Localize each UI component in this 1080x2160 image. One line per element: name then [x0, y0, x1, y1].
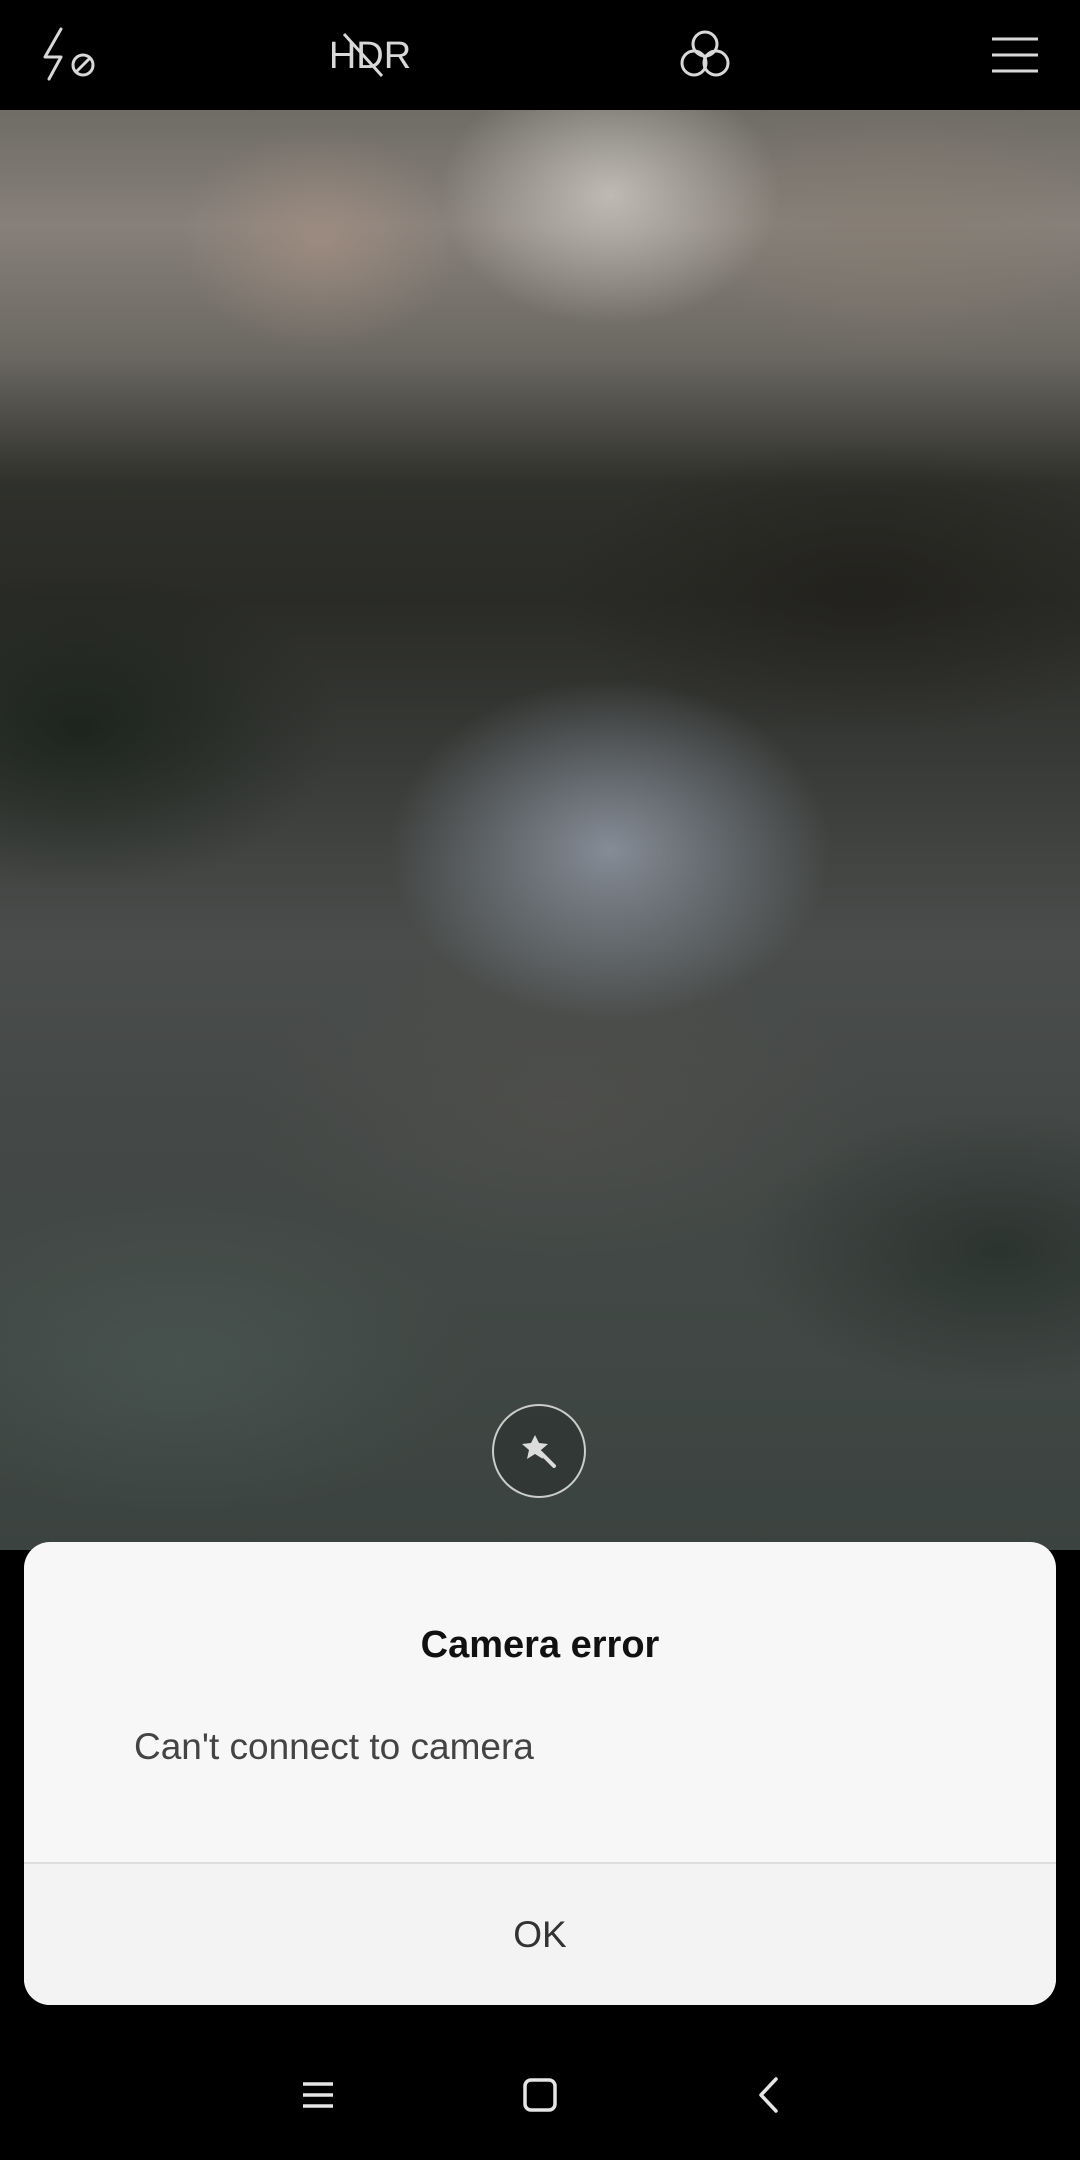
system-navigation-bar: [0, 2030, 1080, 2160]
camera-top-bar: HDR: [0, 0, 1080, 110]
settings-menu-button[interactable]: [965, 0, 1065, 110]
hdr-off-icon: HDR: [329, 32, 411, 78]
hdr-label: HDR: [329, 35, 411, 77]
flash-off-icon: [43, 27, 95, 81]
camera-viewfinder[interactable]: [0, 110, 1080, 1550]
filters-icon: [680, 30, 730, 77]
dialog-title: Camera error: [420, 1624, 660, 1666]
recents-icon: [303, 2082, 333, 2108]
filters-button[interactable]: [655, 0, 755, 110]
viewfinder-preview-highlights: [0, 110, 1080, 1550]
hdr-toggle-button[interactable]: HDR: [300, 0, 440, 110]
back-button[interactable]: [708, 2030, 828, 2160]
camera-screen: HDR Camera error Can't connect to camera…: [0, 0, 1080, 2160]
dialog-message: Can't connect to camera: [134, 1726, 534, 1767]
magic-wand-icon: [522, 1435, 556, 1468]
home-button[interactable]: [480, 2030, 600, 2160]
recents-button[interactable]: [258, 2030, 378, 2160]
back-icon: [759, 2077, 778, 2113]
menu-icon: [992, 37, 1038, 73]
ok-button[interactable]: OK: [24, 1864, 1056, 2005]
home-icon: [523, 2078, 557, 2112]
beautify-button[interactable]: [492, 1404, 586, 1498]
camera-error-dialog: Camera error Can't connect to camera OK: [24, 1542, 1056, 2005]
flash-toggle-button[interactable]: [20, 0, 120, 110]
